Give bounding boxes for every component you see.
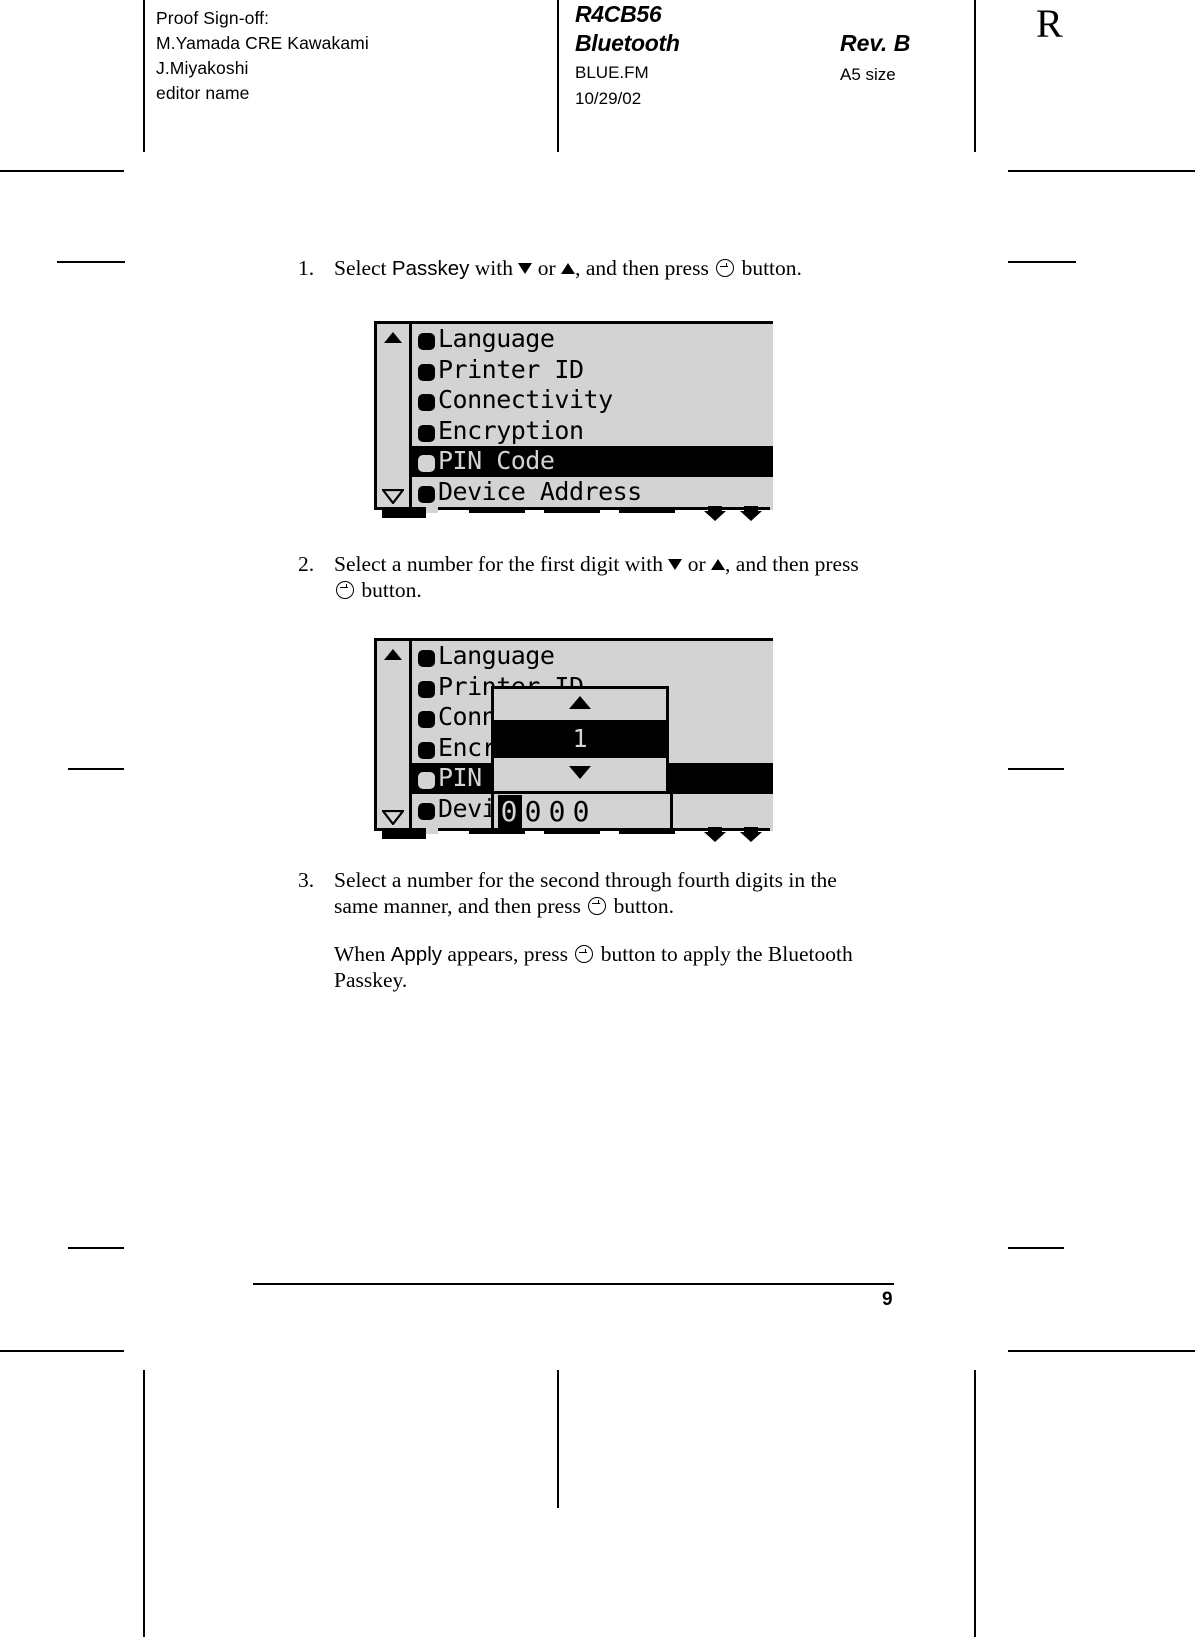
menu-bullet-icon	[418, 650, 435, 667]
lcd-scrollbar-column[interactable]	[377, 324, 412, 510]
lcd-menu-item-label: Language	[438, 324, 555, 353]
lcd-menu-item-connectivity[interactable]: Connectivity	[412, 385, 773, 416]
pin-digit-3[interactable]: 0	[546, 795, 570, 828]
menu-bullet-icon	[418, 333, 435, 350]
enter-button-icon	[716, 259, 735, 277]
lcd-bottom-tab-4	[619, 828, 675, 834]
bluetooth-settings-menu: Language Printer ID Connectivity Encrypt…	[374, 321, 773, 510]
lcd-menu-item-pin-code[interactable]: PIN Code	[412, 446, 773, 477]
lcd-bottom-tab-1	[382, 510, 426, 518]
menu-bullet-icon	[418, 802, 435, 820]
menu-bullet-icon	[418, 424, 435, 442]
scroll-down-arrow-icon[interactable]	[382, 489, 404, 504]
scroll-up-arrow-icon[interactable]	[384, 332, 402, 343]
step-3-text: Select a number for the second through f…	[334, 868, 837, 918]
pin-digits-field[interactable]: 0 0 0 0	[491, 791, 673, 831]
lcd-bottom-gap-1	[426, 828, 438, 834]
lcd-bottom-tab-1	[382, 831, 426, 839]
menu-bullet-icon	[418, 680, 435, 698]
lcd-menu-item-label: PIN Code	[438, 446, 555, 475]
menu-bullet-icon	[418, 711, 435, 728]
menu-bullet-icon	[418, 394, 435, 411]
lcd-menu-item-encryption[interactable]: Encryption	[412, 416, 773, 447]
spinner-up-arrow-icon[interactable]	[569, 696, 591, 709]
enter-button-icon	[575, 945, 594, 963]
lcd-menu-item-label: Connectivity	[438, 385, 613, 414]
spinner-up-area[interactable]	[494, 689, 666, 720]
menu-bullet-icon	[418, 363, 435, 381]
step-2: 2. Select a number for the first digit w…	[298, 552, 918, 603]
lcd-bottom-tab-3	[544, 507, 600, 513]
step-1-keyword: Passkey	[391, 257, 470, 280]
lcd-menu-item-label: Printer ID	[438, 354, 584, 384]
pin-digit-4[interactable]: 0	[570, 795, 594, 828]
lcd-menu-item-label: Encryption	[438, 415, 584, 445]
enter-button-icon	[588, 896, 607, 915]
menu-bullet-icon	[418, 741, 435, 759]
menu-bullet-icon	[418, 772, 435, 789]
lcd-bottom-tab-3	[544, 828, 600, 834]
lcd-bottom-arrow-icons	[704, 506, 762, 521]
page-number: 9	[882, 1289, 893, 1310]
footer-rule	[253, 1283, 894, 1285]
step-1-text: Select Passkey with or , and then press …	[334, 256, 802, 280]
step-1: 1. Select Passkey with or , and then pre…	[298, 256, 918, 282]
lcd-bottom-tab-4	[619, 507, 675, 513]
lcd-bottom-tab-2	[469, 828, 525, 834]
lcd-menu-item-printer-id[interactable]: Printer ID	[412, 355, 773, 386]
menu-bullet-icon	[418, 455, 435, 472]
lcd-bottom-arrow-icons	[704, 827, 762, 842]
lcd-scrollbar-column[interactable]	[377, 641, 412, 831]
scroll-down-arrow-icon[interactable]	[382, 810, 404, 825]
pin-digit-1[interactable]: 0	[498, 794, 522, 828]
enter-button-icon	[336, 580, 354, 599]
page-body: 1. Select Passkey with or , and then pre…	[0, 0, 1195, 1637]
pin-digit-2[interactable]: 0	[522, 795, 546, 828]
lcd-menu-item-device-address[interactable]: Device Address	[412, 477, 773, 508]
lcd-menu-list: Language Printer ID Connectivity Encrypt…	[412, 324, 773, 510]
step-3: 3. Select a number for the second throug…	[298, 868, 918, 919]
spinner-value: 1	[494, 720, 666, 758]
lcd-menu-item-language[interactable]: Language	[412, 324, 773, 355]
step-1-number: 1.	[298, 256, 315, 280]
step-3-number: 3.	[298, 868, 315, 892]
lcd-menu-item-language[interactable]: Language	[412, 641, 773, 672]
spinner-down-area[interactable]	[494, 758, 666, 789]
apply-keyword: Apply	[390, 943, 442, 966]
triangle-down-icon	[518, 263, 533, 274]
pin-code-entry-dialog: Language Printer ID Connectivity Encrypt…	[374, 638, 773, 831]
lcd-figure-2-wrapper: Language Printer ID Connectivity Encrypt…	[374, 638, 773, 842]
apply-note-paragraph: When Apply appears, press button to appl…	[334, 942, 853, 992]
triangle-up-icon	[561, 263, 576, 274]
lcd-menu-item-label: Language	[438, 641, 555, 670]
digit-spinner-popup[interactable]: 1	[491, 686, 669, 802]
lcd-bottom-tab-2	[469, 507, 525, 513]
lcd-menu-item-label: Device Address	[438, 476, 642, 506]
spinner-down-arrow-icon[interactable]	[569, 766, 591, 779]
triangle-down-icon	[668, 559, 683, 570]
menu-bullet-icon	[418, 485, 435, 503]
step-2-number: 2.	[298, 552, 315, 576]
step-2-text: Select a number for the first digit with…	[334, 552, 859, 602]
lcd-figure-1-wrapper: Language Printer ID Connectivity Encrypt…	[374, 321, 773, 521]
scroll-up-arrow-icon[interactable]	[384, 649, 402, 660]
lcd-bottom-gap-1	[426, 507, 438, 513]
triangle-up-icon	[711, 559, 726, 570]
